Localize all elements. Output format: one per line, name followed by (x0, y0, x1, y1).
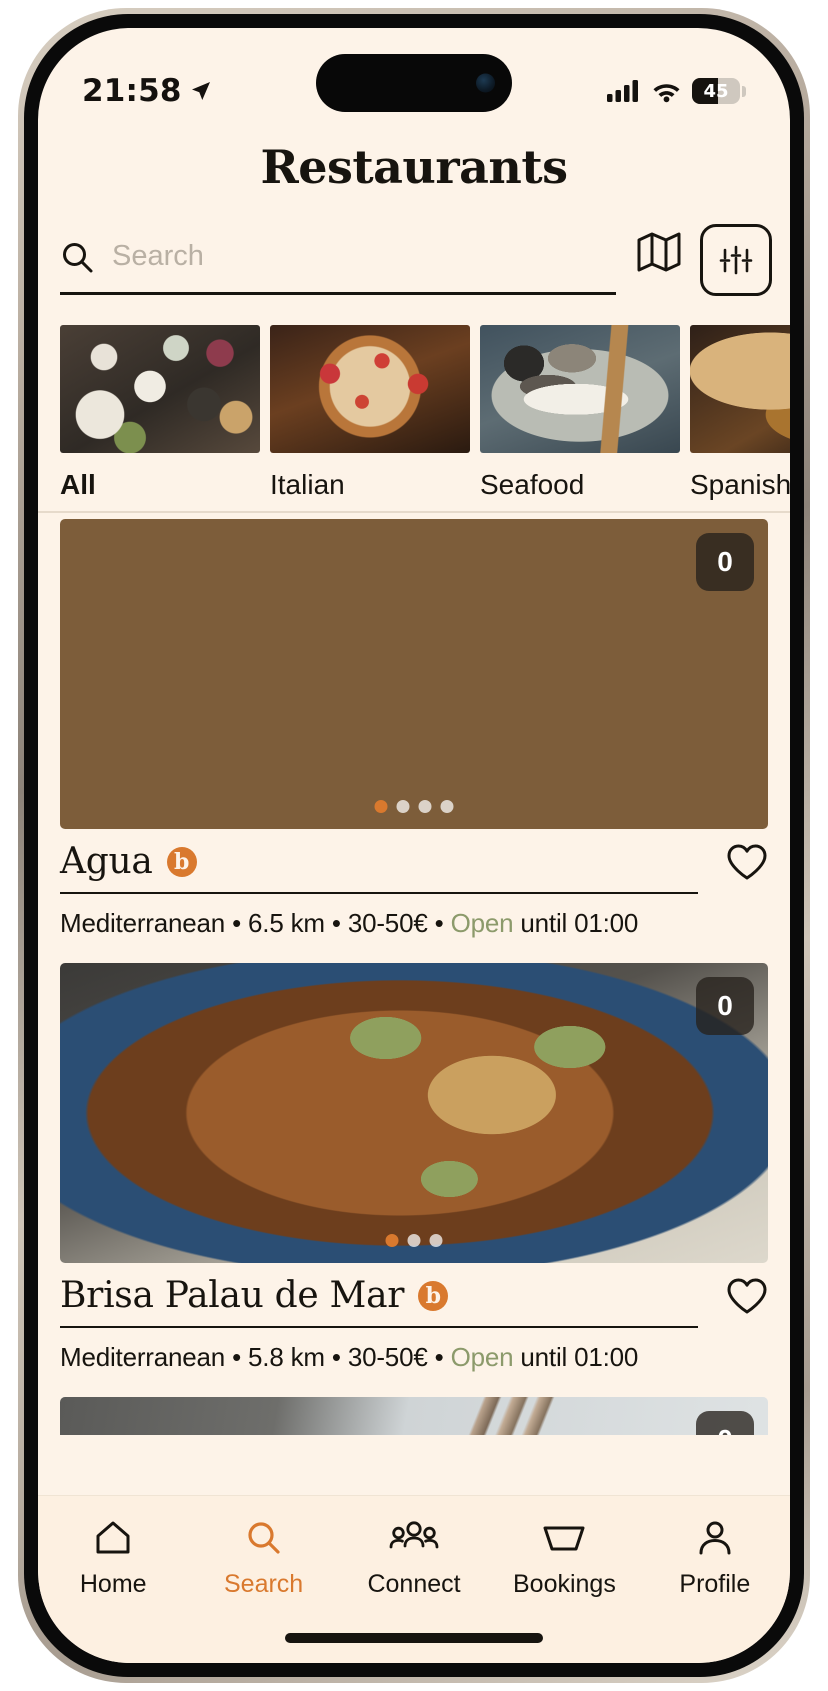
meta-hours: until 01:00 (520, 908, 638, 938)
tab-label: Search (224, 1570, 303, 1599)
meta-cuisine: Mediterranean (60, 1342, 225, 1372)
tab-label: Profile (679, 1570, 750, 1599)
meta-hours: until 01:00 (520, 1342, 638, 1372)
tab-profile[interactable]: Profile (640, 1518, 790, 1599)
carousel-dots[interactable] (375, 800, 454, 813)
wifi-icon (651, 79, 682, 103)
battery-percentage: 45 (703, 81, 728, 102)
favorite-heart-icon[interactable] (726, 843, 768, 892)
filter-sliders-icon (717, 241, 755, 279)
search-icon (60, 240, 94, 274)
carousel-dots[interactable] (386, 1234, 443, 1247)
meta-separator: • (332, 908, 341, 938)
restaurant-name-group: Agua b (60, 841, 698, 894)
restaurant-name: Brisa Palau de Mar (60, 1275, 404, 1316)
cellular-signal-icon (607, 79, 641, 103)
search-input[interactable]: Search (60, 225, 616, 295)
search-icon (243, 1518, 285, 1558)
meta-separator: • (232, 908, 241, 938)
battery-indicator: 45 (692, 78, 746, 104)
tab-label: Connect (367, 1570, 460, 1599)
category-thumbnail (690, 325, 790, 453)
carousel-dot[interactable] (375, 800, 388, 813)
status-badge: Open (451, 908, 514, 938)
people-group-icon (389, 1518, 439, 1558)
category-item-seafood[interactable]: Seafood (480, 325, 680, 513)
restaurant-meta: Mediterranean • 6.5 km • 30-50€ • Open u… (60, 908, 768, 939)
restaurant-meta: Mediterranean • 5.8 km • 30-50€ • Open u… (60, 1342, 768, 1373)
restaurant-title-row: Brisa Palau de Mar b (60, 1263, 768, 1328)
restaurant-image-carousel[interactable]: 0 (60, 519, 768, 829)
location-arrow-icon (189, 79, 213, 103)
dynamic-island (316, 54, 512, 112)
tab-label: Home (80, 1570, 147, 1599)
restaurant-card[interactable]: 0 Brisa Palau de Mar b (38, 963, 790, 1373)
category-label: Italian (270, 469, 470, 501)
category-item-all[interactable]: All (60, 325, 260, 513)
search-placeholder: Search (112, 240, 204, 273)
carousel-dot[interactable] (419, 800, 432, 813)
meta-separator: • (435, 1342, 444, 1372)
tab-home[interactable]: Home (38, 1518, 188, 1599)
status-time-group: 21:58 (82, 73, 213, 109)
restaurant-title-row: Agua b (60, 829, 768, 894)
meta-separator: • (435, 908, 444, 938)
restaurant-card[interactable]: 0 Agua b (38, 519, 790, 939)
person-icon (694, 1518, 736, 1558)
restaurant-name: Agua (60, 841, 153, 882)
tab-label: Bookings (513, 1570, 616, 1599)
category-item-spanish[interactable]: Spanish (690, 325, 790, 513)
status-badge: Open (451, 1342, 514, 1372)
carousel-dot[interactable] (386, 1234, 399, 1247)
photo-count-badge: 0 (696, 533, 754, 591)
home-indicator (285, 1633, 543, 1643)
category-carousel[interactable]: All Italian Seafood Spanish (38, 325, 790, 513)
meta-separator: • (332, 1342, 341, 1372)
restaurant-list[interactable]: 0 Agua b (38, 519, 790, 1435)
meta-price: 30-50€ (348, 908, 428, 938)
category-label: Spanish (690, 469, 790, 501)
verified-badge: b (418, 1281, 448, 1311)
status-indicators: 45 (607, 78, 746, 104)
filter-button[interactable] (700, 224, 772, 296)
carousel-dot[interactable] (430, 1234, 443, 1247)
category-thumbnail (270, 325, 470, 453)
carousel-dot[interactable] (397, 800, 410, 813)
category-thumbnail (60, 325, 260, 453)
restaurant-image-carousel[interactable]: 0 (60, 963, 768, 1263)
category-thumbnail (480, 325, 680, 453)
category-label: Seafood (480, 469, 680, 501)
meta-distance: 5.8 km (248, 1342, 325, 1372)
carousel-dot[interactable] (408, 1234, 421, 1247)
meta-separator: • (232, 1342, 241, 1372)
carousel-dot[interactable] (441, 800, 454, 813)
favorite-heart-icon[interactable] (726, 1277, 768, 1326)
restaurant-card[interactable]: 0 (38, 1397, 790, 1435)
section-divider (38, 511, 790, 513)
home-icon (92, 1518, 134, 1558)
restaurant-image-carousel[interactable]: 0 (60, 1397, 768, 1435)
category-item-italian[interactable]: Italian (270, 325, 470, 513)
photo-count-badge: 0 (696, 1411, 754, 1435)
meta-distance: 6.5 km (248, 908, 325, 938)
tab-connect[interactable]: Connect (339, 1518, 489, 1599)
meta-price: 30-50€ (348, 1342, 428, 1372)
restaurant-name-group: Brisa Palau de Mar b (60, 1275, 698, 1328)
tab-bookings[interactable]: Bookings (489, 1518, 639, 1599)
status-time: 21:58 (82, 73, 182, 109)
search-row: Search (60, 224, 772, 296)
category-label: All (60, 469, 260, 501)
photo-count-badge: 0 (696, 977, 754, 1035)
screenshot-root: 21:58 (0, 0, 828, 1691)
page-title: Restaurants (38, 140, 790, 194)
tab-search[interactable]: Search (188, 1518, 338, 1599)
phone-screen: 21:58 (38, 28, 790, 1663)
map-icon[interactable] (636, 231, 682, 290)
verified-badge: b (167, 847, 197, 877)
front-camera (476, 74, 495, 93)
bookings-tag-icon (540, 1518, 588, 1558)
meta-cuisine: Mediterranean (60, 908, 225, 938)
